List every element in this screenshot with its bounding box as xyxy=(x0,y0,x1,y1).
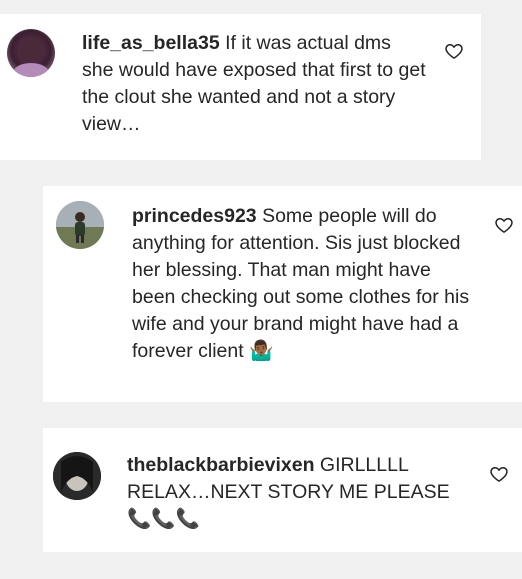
like-button[interactable] xyxy=(489,464,509,484)
emoji: 🤷🏾‍♂️ xyxy=(249,340,274,362)
avatar-image xyxy=(13,38,49,77)
avatar[interactable] xyxy=(53,452,101,500)
heart-outline-icon xyxy=(490,467,508,482)
comment-username[interactable]: princedes923 xyxy=(132,205,257,227)
emoji: 📞📞📞 xyxy=(127,508,200,530)
comment-text: Some people will do anything for attenti… xyxy=(132,205,470,362)
comment-username[interactable]: theblackbarbievixen xyxy=(127,454,315,476)
comment-card: life_as_bella35 If it was actual dms she… xyxy=(0,14,481,160)
heart-outline-icon xyxy=(445,44,463,59)
comment-body: princedes923 Some people will do anythin… xyxy=(132,203,477,365)
avatar[interactable] xyxy=(7,29,55,77)
comment-body: theblackbarbievixen GIRLLLLL RELAX…NEXT … xyxy=(127,452,477,533)
like-button[interactable] xyxy=(444,41,464,61)
avatar[interactable] xyxy=(56,201,104,249)
comment-username[interactable]: life_as_bella35 xyxy=(82,32,220,54)
avatar-image xyxy=(56,201,104,249)
heart-outline-icon xyxy=(495,218,513,233)
comment-card: princedes923 Some people will do anythin… xyxy=(43,186,522,402)
avatar-image xyxy=(53,452,101,500)
like-button[interactable] xyxy=(494,215,514,235)
comment-card: theblackbarbievixen GIRLLLLL RELAX…NEXT … xyxy=(43,428,522,552)
comment-body: life_as_bella35 If it was actual dms she… xyxy=(82,30,427,138)
